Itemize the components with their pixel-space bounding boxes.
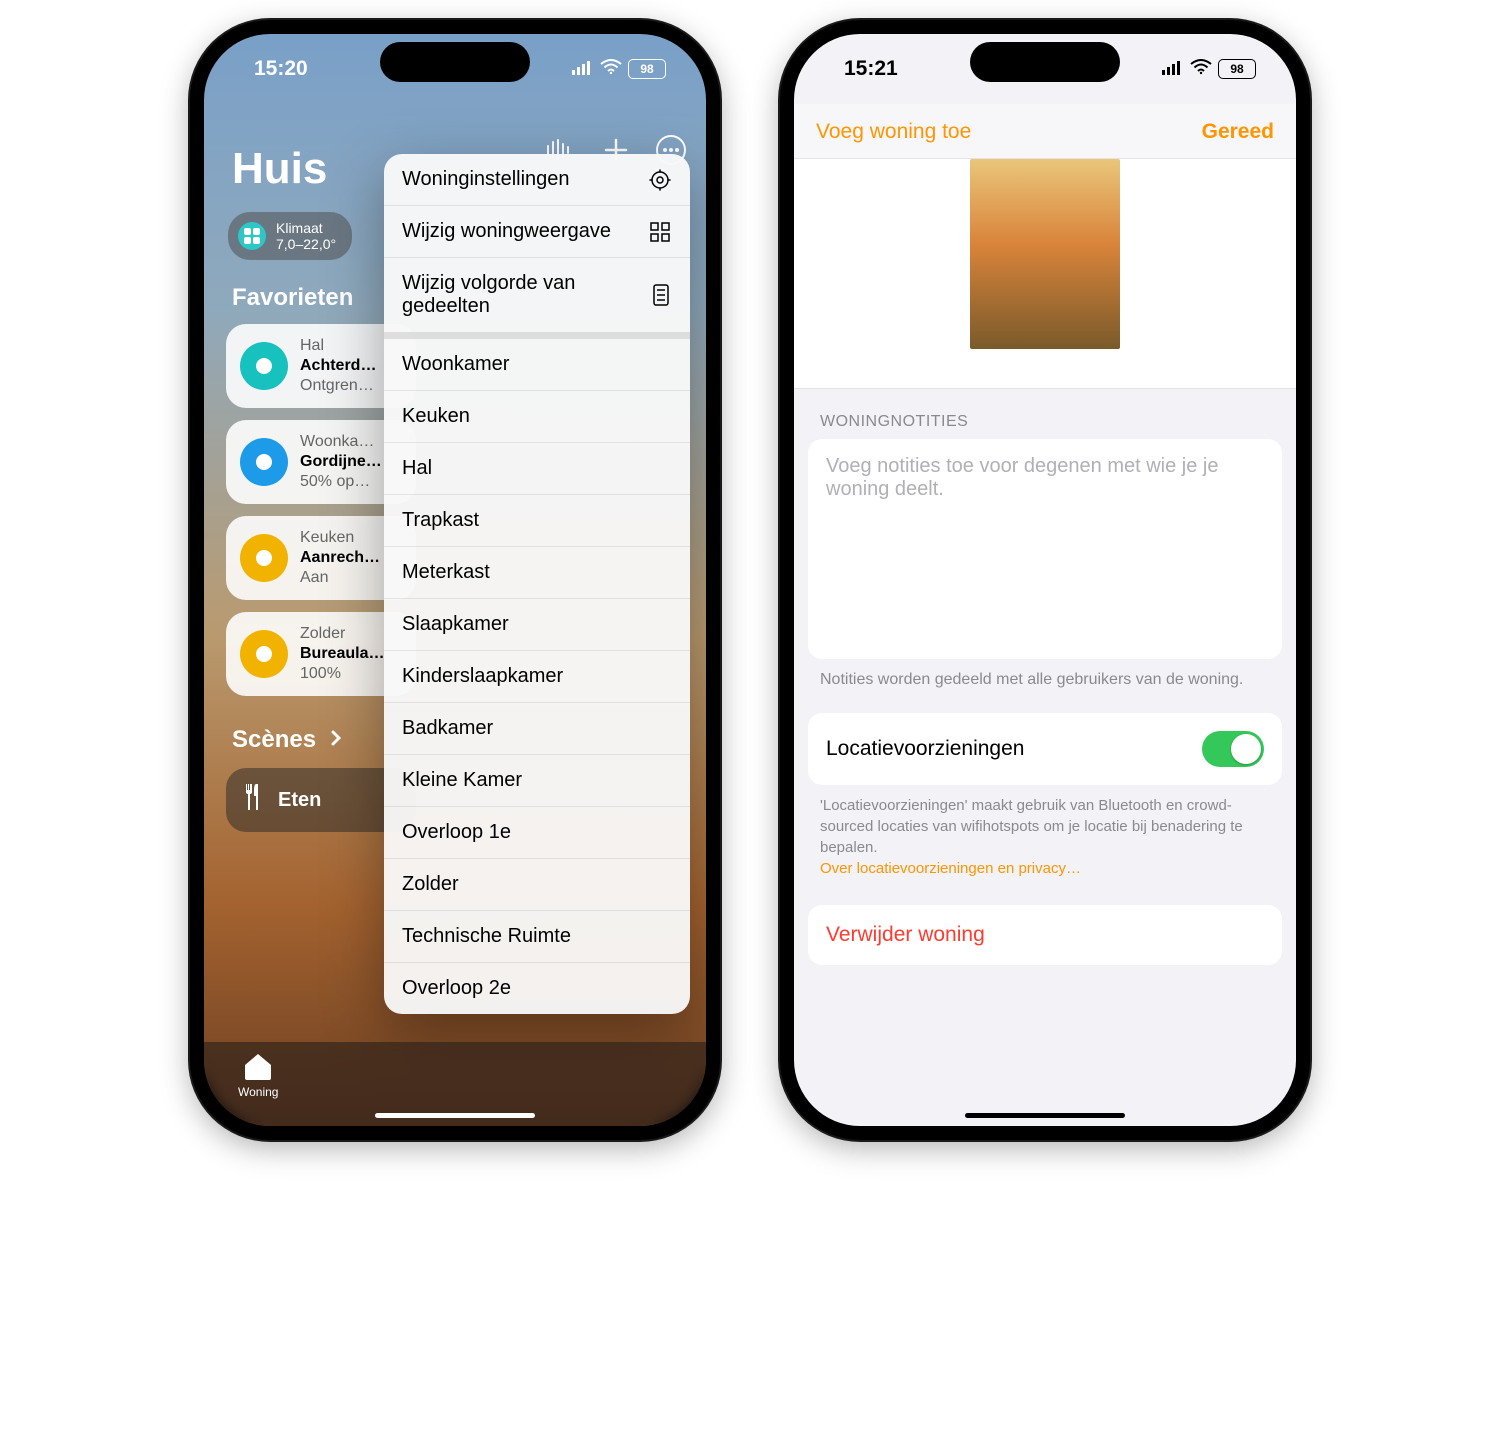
menu-room-label: Meterkast [402,561,490,584]
climate-chip[interactable]: Klimaat 7,0–22,0° [228,212,352,260]
location-footer: 'Locatievoorzieningen' maakt gebruik van… [794,785,1296,879]
menu-room-label: Zolder [402,873,459,896]
favorite-name: Aanrech… [300,548,380,568]
favorite-room: Zolder [300,624,384,644]
favorite-state: Aan [300,568,380,588]
favorite-room: Hal [300,336,376,356]
list-icon [650,284,672,306]
settings-sheet: Voeg woning toe Gereed WONINGNOTITIES Vo… [794,34,1296,1126]
menu-room-item[interactable]: Kleine Kamer [384,755,690,807]
battery-indicator: 98 [1218,59,1256,79]
menu-room-item[interactable]: Badkamer [384,703,690,755]
fork-knife-icon [242,784,264,816]
menu-room-item[interactable]: Technische Ruimte [384,911,690,963]
location-services-toggle[interactable] [1202,731,1264,767]
grid-icon [648,222,672,242]
climate-label: Klimaat [276,220,336,236]
menu-item-label: Woninginstellingen [402,168,570,191]
location-privacy-link[interactable]: Over locatievoorzieningen en privacy… [820,860,1081,877]
menu-item[interactable]: Woninginstellingen [384,154,690,206]
home-wallpaper-preview[interactable] [794,159,1296,389]
notes-group-label: WONINGNOTITIES [794,389,1296,439]
wifi-icon [600,57,622,81]
menu-room-item[interactable]: Woonkamer [384,339,690,391]
menu-item[interactable]: Wijzig volgorde van gedeelten [384,258,690,332]
clock: 15:20 [254,57,308,81]
menu-room-item[interactable]: Meterkast [384,547,690,599]
done-button[interactable]: Gereed [1202,120,1274,144]
chevron-right-icon [330,726,342,754]
scene-label: Eten [278,789,321,812]
menu-room-label: Kleine Kamer [402,769,522,792]
accessory-icon [240,630,288,678]
context-menu: Woninginstellingen Wijzig woningweergave… [384,154,690,1014]
accessory-icon [240,534,288,582]
menu-room-item[interactable]: Hal [384,443,690,495]
notes-textarea[interactable]: Voeg notities toe voor degenen met wie j… [808,439,1282,659]
tab-home[interactable]: Woning [238,1052,278,1099]
accessory-icon [240,438,288,486]
menu-room-item[interactable]: Trapkast [384,495,690,547]
favorite-state: Ontgren… [300,376,376,396]
tab-label: Woning [238,1085,278,1099]
menu-room-item[interactable]: Keuken [384,391,690,443]
delete-home-button[interactable]: Verwijder woning [808,905,1282,965]
menu-room-label: Badkamer [402,717,493,740]
add-home-button[interactable]: Voeg woning toe [816,120,971,144]
accessory-icon [240,342,288,390]
menu-room-label: Kinderslaapkamer [402,665,563,688]
favorite-state: 50% op… [300,472,382,492]
scenes-header[interactable]: Scènes [232,726,316,754]
dynamic-island [970,42,1120,82]
menu-room-label: Woonkamer [402,353,509,376]
wallpaper-thumbnail [970,159,1120,349]
menu-room-label: Keuken [402,405,470,428]
menu-room-item[interactable]: Kinderslaapkamer [384,651,690,703]
cellular-icon [1162,57,1184,81]
menu-item-label: Wijzig volgorde van gedeelten [402,272,650,318]
menu-room-label: Slaapkamer [402,613,509,636]
phone-right: 15:21 98 Voeg woning toe Gereed WONINGNO… [780,20,1310,1140]
menu-room-label: Trapkast [402,509,479,532]
wifi-icon [1190,57,1212,81]
menu-room-label: Overloop 1e [402,821,511,844]
phone-left: 15:20 98 [190,20,720,1140]
menu-room-label: Hal [402,457,432,480]
menu-room-label: Overloop 2e [402,977,511,1000]
menu-item[interactable]: Wijzig woningweergave [384,206,690,258]
home-indicator [965,1113,1125,1118]
notes-footer: Notities worden gedeeld met alle gebruik… [794,659,1296,691]
menu-item-label: Wijzig woningweergave [402,220,611,243]
favorite-name: Gordijne… [300,452,382,472]
climate-icon [238,222,266,250]
favorite-name: Achterd… [300,356,376,376]
favorite-state: 100% [300,664,384,684]
battery-indicator: 98 [628,59,666,79]
sheet-header: Voeg woning toe Gereed [794,104,1296,159]
favorite-name: Bureaula… [300,644,384,664]
clock: 15:21 [844,57,898,81]
menu-room-item[interactable]: Overloop 2e [384,963,690,1014]
menu-room-label: Technische Ruimte [402,925,571,948]
cellular-icon [572,57,594,81]
menu-room-item[interactable]: Overloop 1e [384,807,690,859]
gear-icon [648,169,672,191]
menu-room-item[interactable]: Zolder [384,859,690,911]
climate-range: 7,0–22,0° [276,236,336,252]
home-screen: Huis Klimaat 7,0–22,0° Favorieten Hal Ac… [204,34,706,1126]
favorite-room: Woonka… [300,432,382,452]
favorite-room: Keuken [300,528,380,548]
location-services-label: Locatievoorzieningen [826,737,1024,761]
location-services-row[interactable]: Locatievoorzieningen [808,713,1282,785]
house-icon [243,1052,273,1083]
dynamic-island [380,42,530,82]
menu-room-item[interactable]: Slaapkamer [384,599,690,651]
home-indicator [375,1113,535,1118]
